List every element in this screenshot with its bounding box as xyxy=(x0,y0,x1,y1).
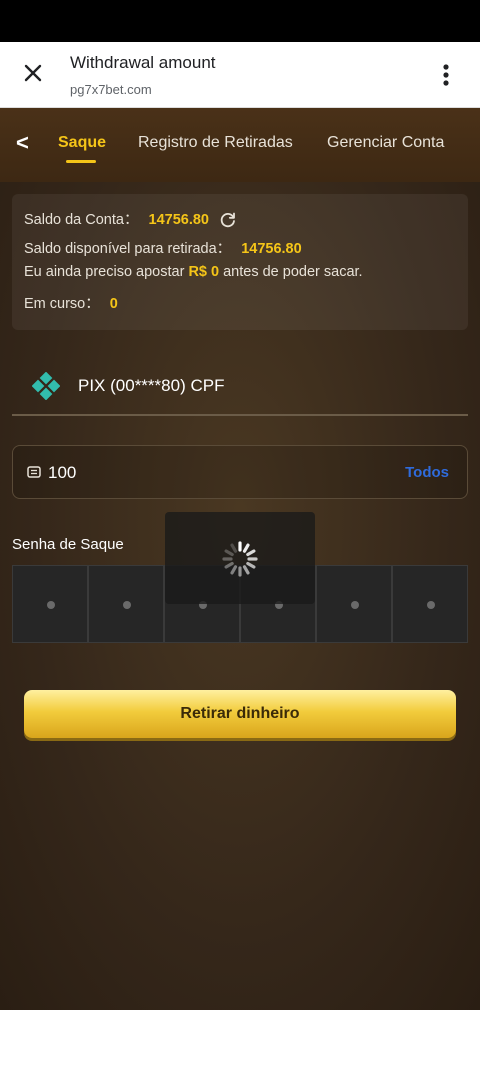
pin-dot xyxy=(47,601,55,609)
page-title: Withdrawal amount xyxy=(70,53,216,72)
pin-box-6[interactable] xyxy=(392,565,468,643)
pix-icon xyxy=(32,372,60,400)
bottom-bar xyxy=(0,1010,480,1066)
aposta-prefix: Eu ainda preciso apostar xyxy=(24,264,189,280)
all-amount-button[interactable]: Todos xyxy=(405,464,449,481)
ticket-icon xyxy=(27,466,41,478)
tab-saque[interactable]: Saque xyxy=(58,134,106,152)
more-vert-icon[interactable] xyxy=(434,60,458,90)
withdraw-button[interactable]: Retirar dinheiro xyxy=(24,690,456,738)
saldo-line: Saldo da Conta： 14756.80 xyxy=(24,208,237,229)
em-curso-label: Em curso： xyxy=(24,296,100,312)
spinner-icon xyxy=(222,541,258,577)
pin-box-1[interactable] xyxy=(12,565,88,643)
saldo-label: Saldo da Conta： xyxy=(24,212,139,228)
tab-bar: < Saque Registro de Retiradas Gerenciar … xyxy=(0,108,480,182)
aposta-line: Eu ainda preciso apostar R$ 0 antes de p… xyxy=(24,264,363,280)
aposta-value: R$ 0 xyxy=(188,264,220,280)
pin-box-2[interactable] xyxy=(88,565,164,643)
active-tab-indicator xyxy=(66,160,96,163)
status-bar xyxy=(0,0,480,42)
browser-toolbar: Withdrawal amount pg7x7bet.com xyxy=(0,42,480,108)
saldo-value: 14756.80 xyxy=(148,212,209,228)
refresh-icon[interactable] xyxy=(219,211,237,229)
back-button[interactable]: < xyxy=(16,130,29,156)
pin-dot xyxy=(123,601,131,609)
payment-method-row[interactable]: PIX (00****80) CPF xyxy=(12,358,468,416)
pin-dot xyxy=(427,601,435,609)
disponivel-label: Saldo disponível para retirada： xyxy=(24,241,232,257)
payment-method-label: PIX (00****80) CPF xyxy=(78,376,225,395)
aposta-suffix: antes de poder sacar. xyxy=(219,264,363,280)
page-url: pg7x7bet.com xyxy=(70,82,152,97)
amount-input[interactable]: 100 Todos xyxy=(12,445,468,499)
withdraw-panel: Saldo da Conta： 14756.80 Saldo disponíve… xyxy=(0,182,480,1010)
amount-value: 100 xyxy=(48,463,77,482)
tab-gerenciar-conta[interactable]: Gerenciar Conta xyxy=(327,134,444,152)
tab-registro-de-retiradas[interactable]: Registro de Retiradas xyxy=(138,134,293,152)
em-curso-line: Em curso： 0 xyxy=(24,292,118,313)
loading-overlay xyxy=(165,512,315,604)
close-icon[interactable] xyxy=(18,58,48,88)
password-label: Senha de Saque xyxy=(12,536,124,553)
disponivel-line: Saldo disponível para retirada： 14756.80 xyxy=(24,237,302,258)
pin-box-5[interactable] xyxy=(316,565,392,643)
balance-card: Saldo da Conta： 14756.80 Saldo disponíve… xyxy=(12,194,468,330)
em-curso-value: 0 xyxy=(109,296,118,312)
disponivel-value: 14756.80 xyxy=(241,241,302,257)
pin-dot xyxy=(351,601,359,609)
